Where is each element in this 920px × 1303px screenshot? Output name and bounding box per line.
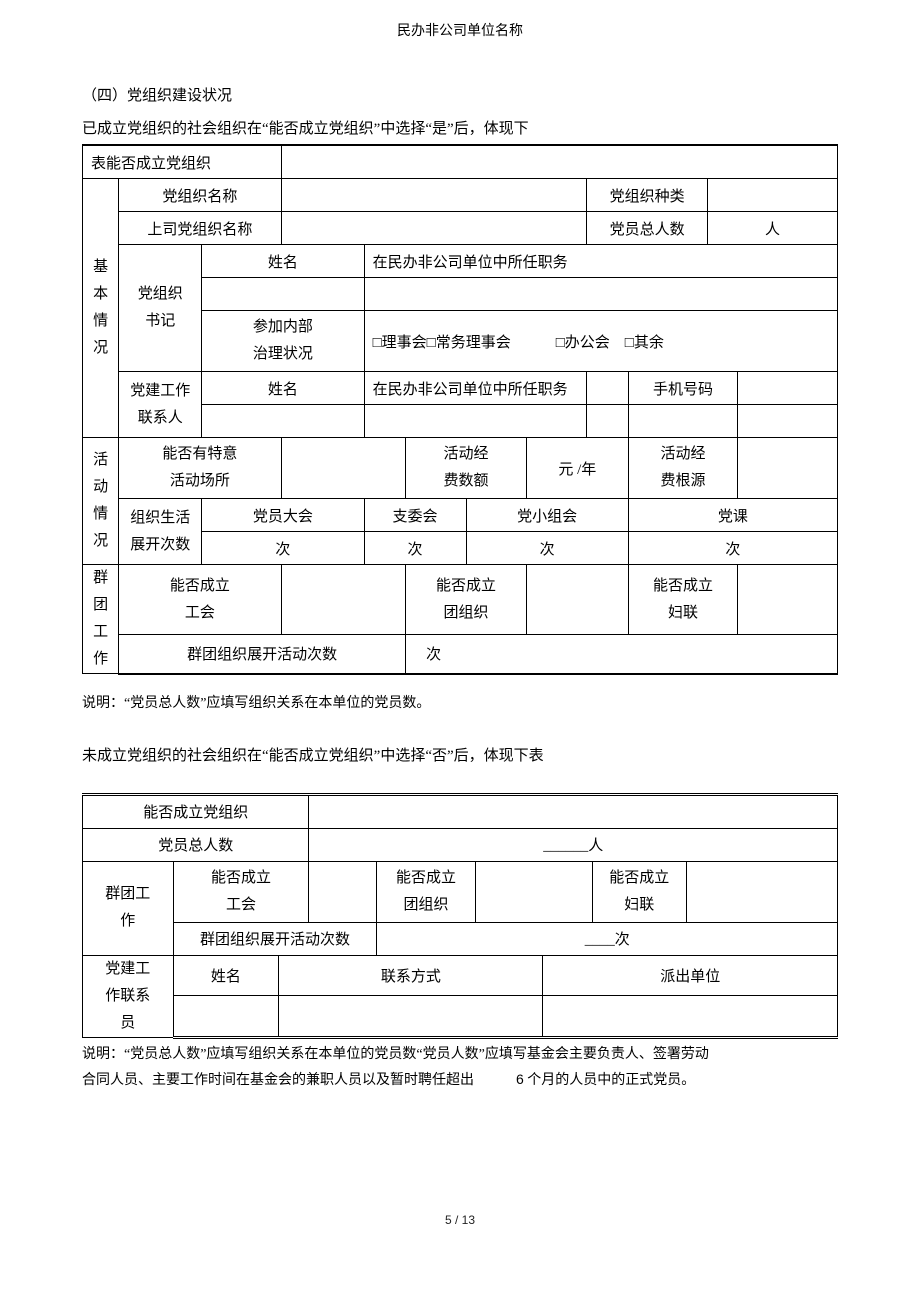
t2-name-value[interactable] [173, 996, 279, 1038]
contact-position-value2[interactable] [364, 405, 587, 438]
branch-meeting: 支委会 [364, 499, 466, 532]
t2-total-members-label: 党员总人数 [83, 828, 309, 861]
contact-position-value[interactable] [587, 372, 629, 405]
group-qt: 群团工 作 [83, 565, 119, 674]
page-number: 5 / 13 [82, 1213, 838, 1227]
secretary-label: 党组织 书记 [119, 245, 202, 372]
branch-meeting-count[interactable]: 次 [364, 532, 466, 565]
org-type-label: 党组织种类 [587, 179, 708, 212]
attend-label: 参加内部 治理状况 [202, 311, 364, 372]
t2-dispatch-value[interactable] [543, 996, 838, 1038]
group-meeting-count[interactable]: 次 [466, 532, 628, 565]
t2-group: 群团工 作 [83, 861, 174, 955]
phone-label: 手机号码 [628, 372, 737, 405]
t2-women-value[interactable] [686, 861, 837, 922]
note1: 说明：“党员总人数”应填写组织关系在本单位的党员数。 [82, 691, 838, 716]
secretary-name-label: 姓名 [202, 245, 364, 278]
union-label: 能否成立 工会 [119, 565, 281, 635]
place-value[interactable] [281, 438, 406, 499]
life-label: 组织生活 展开次数 [119, 499, 202, 565]
phone-blank1[interactable] [628, 405, 737, 438]
contact-label: 党建工作 联系人 [119, 372, 202, 438]
t2-dispatch-label: 派出单位 [543, 955, 838, 995]
t2-total-members-value[interactable]: ______人 [309, 828, 838, 861]
table-not-established: 能否成立党组织 党员总人数 ______人 群团工 作 能否成立 工会 能否成立… [82, 793, 838, 1039]
total-members-label: 党员总人数 [587, 212, 708, 245]
secretary-position-label: 在民办非公司单位中所任职务 [364, 245, 837, 278]
member-meeting-count[interactable]: 次 [202, 532, 364, 565]
t2-contactway-label: 联系方式 [279, 955, 543, 995]
women-label: 能否成立 妇联 [628, 565, 737, 635]
note2: 说明：“党员总人数”应填写组织关系在本单位的党员数“党员人数”应填写基金会主要负… [82, 1042, 838, 1093]
lecture: 党课 [628, 499, 837, 532]
youth-value[interactable] [526, 565, 628, 635]
women-value[interactable] [738, 565, 838, 635]
t2-can-establish-value[interactable] [309, 794, 838, 828]
t2-name-label: 姓名 [173, 955, 279, 995]
fee-label: 活动经 费数额 [406, 438, 527, 499]
table2-lead: 未成立党组织的社会组织在“能否成立党组织”中选择“否”后，体现下表 [82, 744, 838, 765]
org-name-value[interactable] [281, 179, 587, 212]
doc-header: 民办非公司单位名称 [82, 20, 838, 40]
phone-value[interactable] [738, 372, 838, 405]
fee-value[interactable]: 元 /年 [526, 438, 628, 499]
superior-value[interactable] [281, 212, 587, 245]
lecture-count[interactable]: 次 [628, 532, 837, 565]
group-basic: 基 本 情 况 [83, 179, 119, 438]
t2-group-times-label: 群团组织展开活动次数 [173, 922, 377, 955]
t2-union-value[interactable] [309, 861, 377, 922]
t2-can-establish-label: 能否成立党组织 [83, 794, 309, 828]
union-value[interactable] [281, 565, 406, 635]
fee-source-label: 活动经 费根源 [628, 438, 737, 499]
secretary-position-value[interactable] [364, 278, 837, 311]
table1-lead: 已成立党组织的社会组织在“能否成立党组织”中选择“是”后，体现下 [82, 117, 838, 138]
group-times-value[interactable]: 次 [406, 635, 838, 674]
t2-union-label: 能否成立 工会 [173, 861, 309, 922]
group-activity: 活 动 情 况 [83, 438, 119, 565]
superior-label: 上司党组织名称 [119, 212, 281, 245]
org-name-label: 党组织名称 [119, 179, 281, 212]
attend-checkboxes[interactable]: □理事会□常务理事会 □办公会 □其余 [364, 311, 837, 372]
t2-women-label: 能否成立 妇联 [592, 861, 686, 922]
t2-youth-label: 能否成立 团组织 [377, 861, 475, 922]
contact-name-value[interactable] [202, 405, 364, 438]
t2-contact: 党建工 作联系 员 [83, 955, 174, 1037]
contact-name-label: 姓名 [202, 372, 364, 405]
t2-group-times-value[interactable]: ____次 [377, 922, 838, 955]
can-establish-value[interactable] [281, 145, 837, 179]
phone-blank2[interactable] [738, 405, 838, 438]
contact-blank[interactable] [587, 405, 629, 438]
group-meeting: 党小组会 [466, 499, 628, 532]
org-type-value[interactable] [708, 179, 838, 212]
member-meeting: 党员大会 [202, 499, 364, 532]
fee-source-value[interactable] [738, 438, 838, 499]
total-members-value[interactable]: 人 [708, 212, 838, 245]
secretary-name-value[interactable] [202, 278, 364, 311]
t2-contactway-value[interactable] [279, 996, 543, 1038]
group-times-label: 群团组织展开活动次数 [119, 635, 406, 674]
youth-label: 能否成立 团组织 [406, 565, 527, 635]
row-can-establish: 表能否成立党组织 [83, 145, 282, 179]
place-label: 能否有特意 活动场所 [119, 438, 281, 499]
table-established: 表能否成立党组织 基 本 情 况 党组织名称 党组织种类 上司党组织名称 党员总… [82, 144, 838, 675]
t2-youth-value[interactable] [475, 861, 592, 922]
section-heading: （四）党组织建设状况 [82, 84, 838, 105]
contact-position-label: 在民办非公司单位中所任职务 [364, 372, 587, 405]
